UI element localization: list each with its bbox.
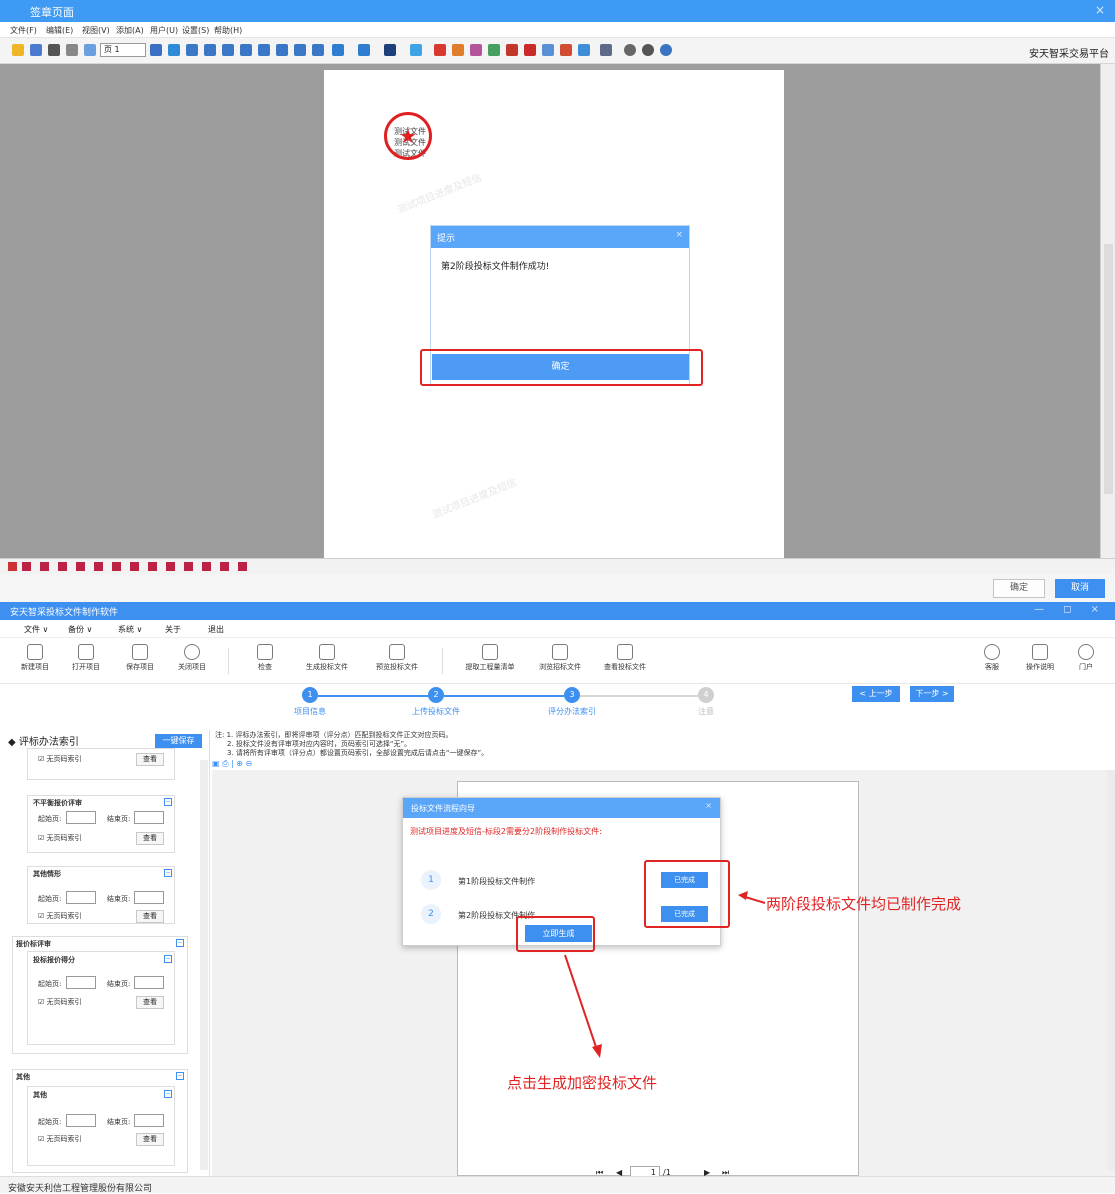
status-bar: 安徽安天利信工程管理股份有限公司	[0, 1176, 1115, 1194]
annotation-text: 点击生成加密投标文件	[507, 1074, 658, 1092]
company-name: 安徽安天利信工程管理股份有限公司	[8, 1184, 153, 1194]
annotation-arrows	[564, 891, 766, 1058]
annotation-text: 两阶段投标文件均已制作完成	[766, 895, 962, 913]
